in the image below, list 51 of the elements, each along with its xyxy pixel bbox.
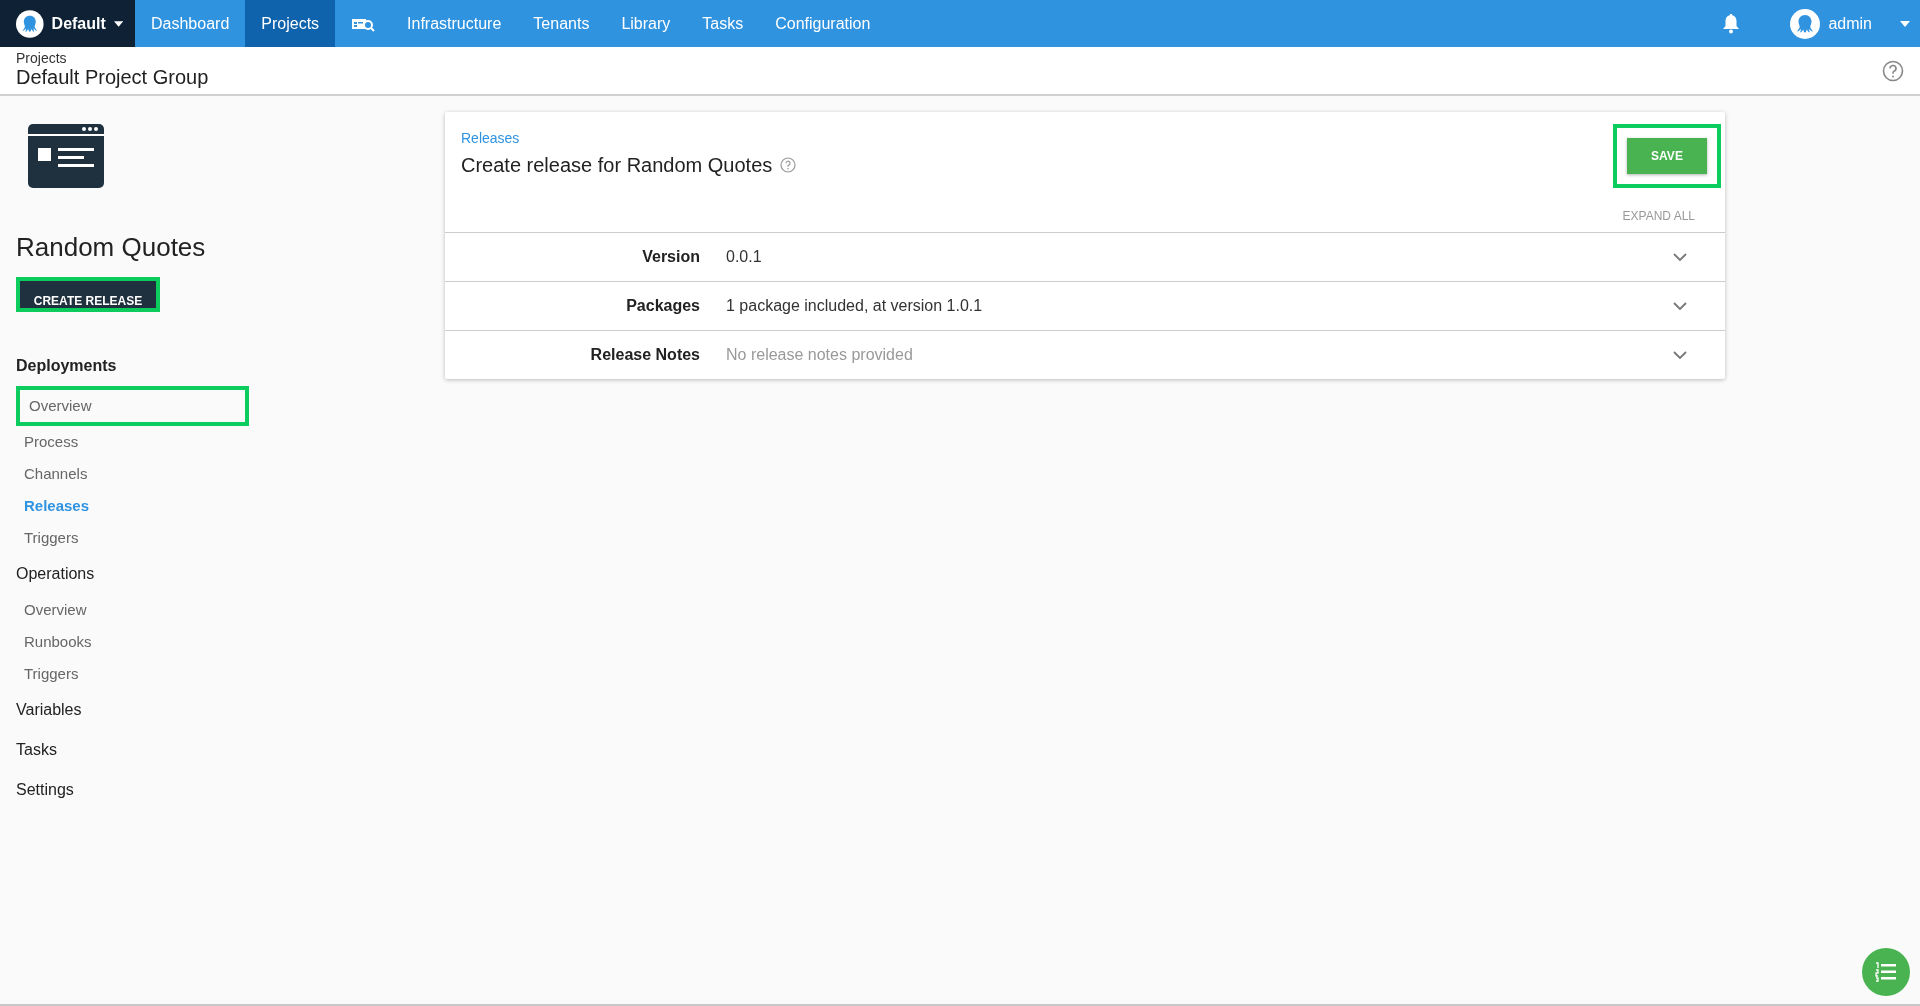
sidebar-item[interactable]: Process xyxy=(16,426,249,458)
caret-icon xyxy=(113,20,123,27)
nav-tab[interactable]: Infrastructure xyxy=(391,0,518,47)
numbered-list-icon xyxy=(1875,962,1897,982)
placeholder-text: No release notes provided xyxy=(726,346,914,364)
sidebar-item[interactable]: Overview xyxy=(16,594,249,626)
form-row[interactable]: Version 0.0.1 xyxy=(445,232,1725,281)
space-switcher[interactable]: Default xyxy=(0,0,135,47)
caret-icon xyxy=(1900,20,1910,27)
sidebar-item[interactable]: Triggers xyxy=(16,658,249,690)
breadcrumb-link[interactable]: Projects xyxy=(16,50,209,66)
help-icon[interactable] xyxy=(780,157,797,173)
project-logo-icon xyxy=(28,124,104,188)
sidebar-item[interactable]: Runbooks xyxy=(16,626,249,658)
sidebar-section[interactable]: Deployments xyxy=(16,346,429,386)
field-value: 0.0.1 xyxy=(726,248,763,266)
nav-tab[interactable]: Tasks xyxy=(686,0,760,47)
bell-icon[interactable] xyxy=(1722,13,1741,34)
project-name: Random Quotes xyxy=(16,232,207,263)
chevron-down-icon[interactable] xyxy=(1673,252,1687,262)
create-release-button[interactable]: CREATE RELEASE xyxy=(16,277,160,312)
sidebar-item[interactable]: Triggers xyxy=(16,522,249,554)
page-title: Default Project Group xyxy=(16,66,209,89)
user-avatar-icon xyxy=(1790,8,1821,39)
nav-tab[interactable]: Projects xyxy=(245,0,336,47)
form-row[interactable]: Packages 1 package included, at version 1.0.1 xyxy=(445,281,1725,330)
sidebar-section[interactable]: Settings xyxy=(16,770,429,810)
sidebar-item[interactable]: Overview xyxy=(16,386,249,426)
nav-tab[interactable]: Dashboard xyxy=(135,0,246,47)
field-label: Packages xyxy=(625,297,700,315)
sidebar-section[interactable]: Operations xyxy=(16,554,429,594)
octopus-logo-icon xyxy=(16,8,44,39)
nav-tab[interactable]: Configuration xyxy=(759,0,887,47)
field-label: Version xyxy=(641,248,700,266)
card-title: Create release for Random Quotes xyxy=(461,154,773,177)
chevron-down-icon[interactable] xyxy=(1673,350,1687,360)
chevron-down-icon[interactable] xyxy=(1673,301,1687,311)
expand-all-button[interactable]: EXPAND ALL xyxy=(1616,208,1701,224)
nav-tab[interactable]: Tenants xyxy=(517,0,606,47)
help-icon[interactable] xyxy=(1882,60,1904,82)
user-menu[interactable]: admin xyxy=(1780,0,1920,47)
task-list-button[interactable] xyxy=(1862,948,1910,996)
form-row[interactable]: Release Notes No release notes provided xyxy=(445,330,1725,379)
sidebar-item[interactable]: Releases xyxy=(16,490,249,522)
sidebar-item[interactable]: Channels xyxy=(16,458,249,490)
sidebar-section[interactable]: Variables xyxy=(16,690,429,730)
nav-tab[interactable]: Library xyxy=(605,0,687,47)
field-value: 1 package included, at version 1.0.1 xyxy=(726,297,984,315)
sidebar-section[interactable]: Tasks xyxy=(16,730,429,770)
field-label: Release Notes xyxy=(589,346,700,364)
breadcrumb-link[interactable]: Releases xyxy=(461,130,797,146)
